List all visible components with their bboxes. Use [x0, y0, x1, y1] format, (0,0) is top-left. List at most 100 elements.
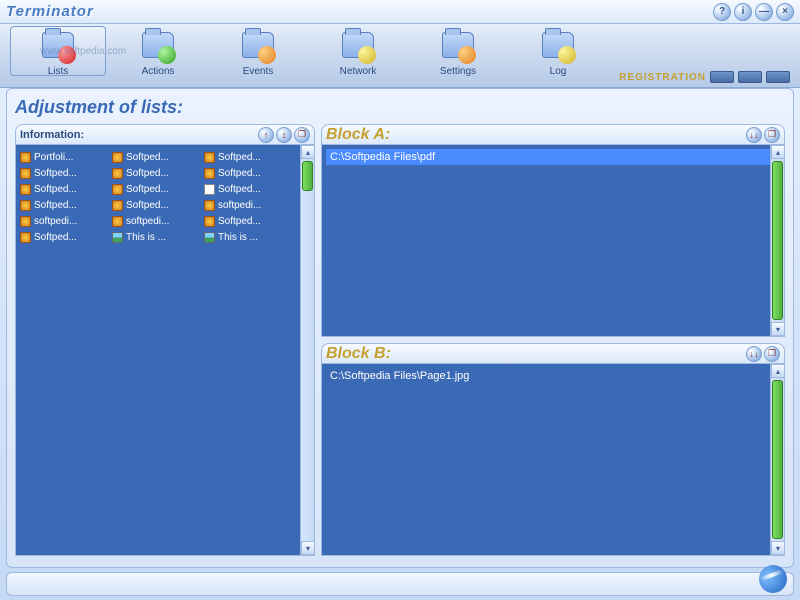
list-item[interactable]: softpedi...: [112, 213, 202, 229]
scroll-up-icon[interactable]: ▴: [301, 145, 315, 159]
scroll-down-icon[interactable]: ▾: [301, 541, 315, 555]
list-item-label: Softped...: [218, 168, 261, 179]
info-updown-button[interactable]: ↕: [276, 127, 292, 143]
lock-icon: [20, 168, 31, 179]
list-item-label: Portfoli...: [34, 152, 73, 163]
info-button[interactable]: i: [734, 3, 752, 21]
list-item[interactable]: Softped...: [20, 165, 110, 181]
scroll-down-icon[interactable]: ▾: [771, 541, 785, 555]
app-title: Terminator: [6, 3, 94, 20]
doc-icon: [204, 184, 215, 195]
arrows-down-icon: ↓↓: [750, 349, 759, 359]
block-b-body: C:\Softpedia Files\Page1.jpg ▴ ▾: [321, 363, 785, 556]
toolbar-item-settings[interactable]: Settings: [408, 28, 508, 84]
toolbar-label: Log: [550, 66, 567, 77]
list-item[interactable]: Portfoli...: [20, 149, 110, 165]
minimize-button[interactable]: —: [755, 3, 773, 21]
lock-icon: [112, 184, 123, 195]
scroll-thumb[interactable]: [772, 380, 783, 539]
status-bar: [6, 572, 794, 596]
lock-icon: [20, 232, 31, 243]
info-panel-body: Portfoli...Softped...Softped...Softped..…: [15, 144, 315, 556]
list-item[interactable]: Softped...: [112, 181, 202, 197]
block-a-body: C:\Softpedia Files\pdf ▴ ▾: [321, 144, 785, 337]
list-item-label: softpedi...: [126, 216, 169, 227]
lock-icon: [204, 152, 215, 163]
scroll-down-icon[interactable]: ▾: [771, 322, 785, 336]
scroll-up-icon[interactable]: ▴: [771, 145, 785, 159]
list-item[interactable]: softpedi...: [20, 213, 110, 229]
list-item-label: Softped...: [34, 184, 77, 195]
scroll-thumb[interactable]: [302, 161, 313, 191]
list-item[interactable]: softpedi...: [204, 197, 294, 213]
lock-icon: [112, 216, 123, 227]
list-item[interactable]: Softped...: [204, 181, 294, 197]
block-item[interactable]: C:\Softpedia Files\pdf: [326, 149, 780, 165]
toolbar-item-log[interactable]: Log: [508, 28, 608, 84]
toolbar-label: Lists: [48, 66, 69, 77]
list-item[interactable]: Softped...: [204, 213, 294, 229]
registration-label[interactable]: REGISTRATION: [619, 72, 706, 83]
folder-icon: [538, 28, 578, 64]
info-header-label: Information:: [20, 129, 84, 141]
list-item[interactable]: Softped...: [112, 149, 202, 165]
folder-icon: [338, 28, 378, 64]
copy-icon: ❐: [768, 129, 776, 140]
list-item-label: Softped...: [34, 168, 77, 179]
list-item[interactable]: Softped...: [204, 165, 294, 181]
main-area: Adjustment of lists: Information: ↑ ↕ ❐ …: [6, 88, 794, 568]
toolbar-label: Settings: [440, 66, 476, 77]
badge-icon: [158, 46, 176, 64]
lock-icon: [20, 216, 31, 227]
list-item[interactable]: Softped...: [112, 165, 202, 181]
lock-icon: [20, 152, 31, 163]
copy-icon: ❐: [298, 129, 306, 140]
lock-icon: [20, 200, 31, 211]
list-item[interactable]: Softped...: [112, 197, 202, 213]
badge-icon: [458, 46, 476, 64]
badge-icon: [358, 46, 376, 64]
registration-area: REGISTRATION: [619, 71, 790, 83]
list-item[interactable]: This is ...: [112, 229, 202, 245]
close-button[interactable]: ×: [776, 3, 794, 21]
help-button[interactable]: ?: [713, 3, 731, 21]
block-b-header: Block B: ↓↓ ❐: [321, 343, 785, 363]
list-item[interactable]: This is ...: [204, 229, 294, 245]
scroll-thumb[interactable]: [772, 161, 783, 320]
lock-icon: [112, 168, 123, 179]
lock-icon: [112, 152, 123, 163]
block-a-copy-button[interactable]: ❐: [764, 127, 780, 143]
block-item[interactable]: C:\Softpedia Files\Page1.jpg: [326, 368, 780, 384]
block-a-scrollbar[interactable]: ▴ ▾: [770, 145, 784, 336]
block-a-title: Block A:: [326, 126, 746, 144]
info-scrollbar[interactable]: ▴ ▾: [300, 145, 314, 555]
scroll-up-icon[interactable]: ▴: [771, 364, 785, 378]
list-item-label: Softped...: [218, 216, 261, 227]
list-item-label: Softped...: [126, 184, 169, 195]
list-item-label: softpedi...: [34, 216, 77, 227]
lock-icon: [112, 200, 123, 211]
info-copy-button[interactable]: ❐: [294, 127, 310, 143]
registration-indicator: [766, 71, 790, 83]
block-a-down-button[interactable]: ↓↓: [746, 127, 762, 143]
information-panel: Information: ↑ ↕ ❐ Portfoli... Softped...…: [15, 124, 315, 556]
list-item[interactable]: Softped...: [20, 197, 110, 213]
block-b-down-button[interactable]: ↓↓: [746, 346, 762, 362]
list-item[interactable]: Softped...: [20, 229, 110, 245]
list-item[interactable]: Softped...: [20, 181, 110, 197]
toolbar-item-events[interactable]: Events: [208, 28, 308, 84]
info-up-button[interactable]: ↑: [258, 127, 274, 143]
list-item-label: Softped...: [218, 152, 261, 163]
folder-icon: [238, 28, 278, 64]
watermark-text: www.softpedia.com: [40, 46, 126, 57]
toolbar-label: Actions: [142, 66, 175, 77]
block-b-scrollbar[interactable]: ▴ ▾: [770, 364, 784, 555]
block-a-header: Block A: ↓↓ ❐: [321, 124, 785, 144]
block-b-title: Block B:: [326, 345, 746, 363]
toolbar-item-network[interactable]: Network: [308, 28, 408, 84]
list-item[interactable]: Softped...: [204, 149, 294, 165]
block-b-copy-button[interactable]: ❐: [764, 346, 780, 362]
img-icon: [204, 232, 215, 243]
block-b-panel: Block B: ↓↓ ❐ C:\Softpedia Files\Page1.j…: [321, 343, 785, 556]
registration-indicator: [710, 71, 734, 83]
